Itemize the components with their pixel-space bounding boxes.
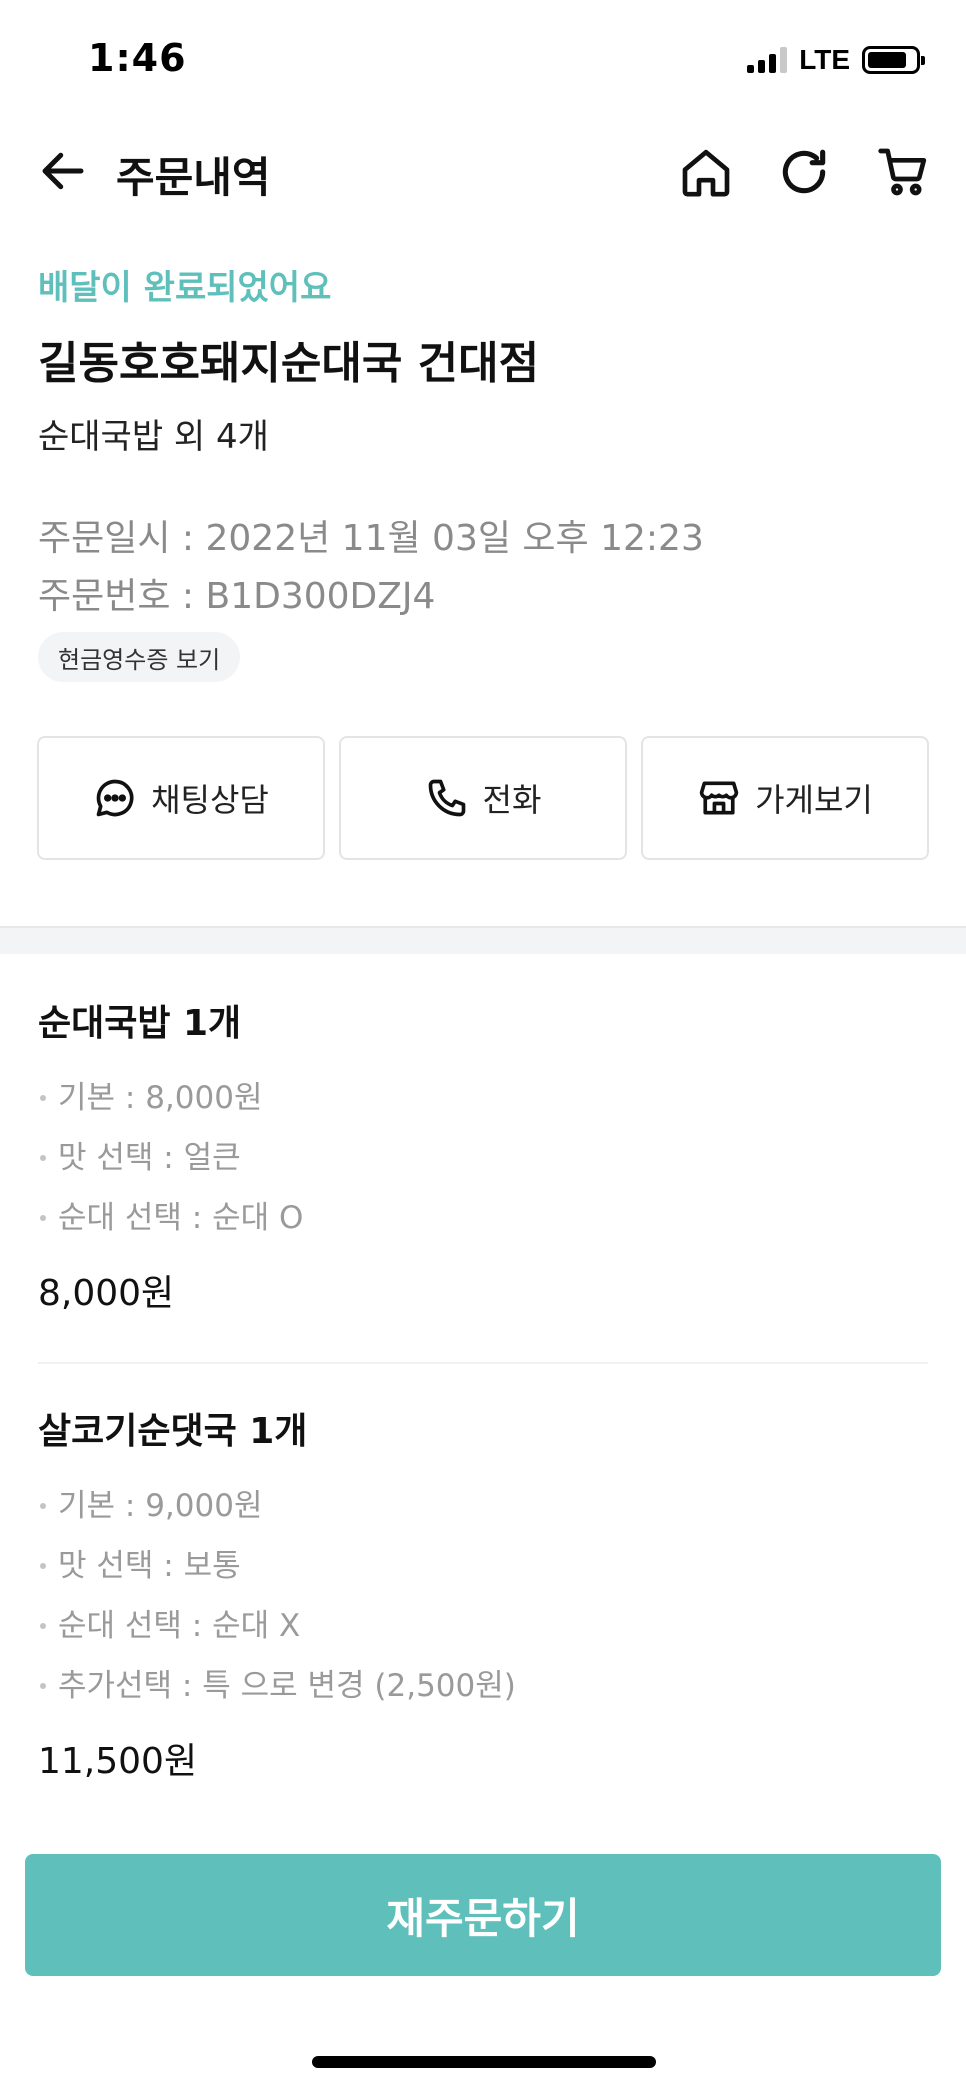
status-bar: 1:46 LTE: [0, 0, 966, 120]
status-time: 1:46: [88, 36, 187, 80]
page-title: 주문내역: [116, 153, 271, 202]
store-name: 길동호호돼지순대국 건대점: [38, 338, 540, 389]
action-buttons: 채팅상담 전화 가게보기: [37, 736, 929, 860]
cart-icon[interactable]: [876, 144, 932, 200]
chat-button-label: 채팅상담: [151, 781, 269, 819]
menu-option: 순대 선택 : 순대 X: [38, 1596, 928, 1656]
menu-item: 살코기순댓국 1개 기본 : 9,000원 맛 선택 : 보통 순대 선택 : …: [38, 1402, 928, 1784]
section-divider: [0, 926, 966, 954]
header: 주문내역: [0, 124, 966, 220]
item-divider: [38, 1362, 928, 1364]
home-icon[interactable]: [678, 144, 734, 200]
delivery-status: 배달이 완료되었어요: [38, 268, 332, 308]
back-arrow-icon[interactable]: [36, 144, 90, 198]
order-number: 주문번호 : B1D300DZJ4: [38, 576, 436, 617]
menu-option: 기본 : 8,000원: [38, 1068, 928, 1128]
battery-icon: [862, 46, 925, 74]
chat-button[interactable]: 채팅상담: [37, 736, 325, 860]
menu-item: 순대국밥 1개 기본 : 8,000원 맛 선택 : 얼큰 순대 선택 : 순대…: [38, 994, 928, 1316]
call-button[interactable]: 전화: [339, 736, 627, 860]
signal-icon: [747, 47, 788, 73]
menu-option: 맛 선택 : 보통: [38, 1536, 928, 1596]
order-items-summary: 순대국밥 외 4개: [38, 417, 269, 457]
order-meta: 주문일시 : 2022년 11월 03일 오후 12:23 주문번호 : B1D…: [38, 510, 704, 626]
cash-receipt-button[interactable]: 현금영수증 보기: [38, 632, 241, 682]
home-indicator: [312, 2056, 656, 2068]
network-label: LTE: [799, 44, 850, 75]
menu-item-name: 순대국밥 1개: [38, 1003, 242, 1044]
view-store-button-label: 가게보기: [755, 781, 873, 819]
menu-option: 추가선택 : 특 으로 변경 (2,500원): [38, 1656, 928, 1716]
menu-item-price: 8,000원: [38, 1273, 175, 1314]
order-datetime: 주문일시 : 2022년 11월 03일 오후 12:23: [38, 518, 704, 559]
store-icon: [699, 781, 739, 815]
menu-option: 기본 : 9,000원: [38, 1476, 928, 1536]
order-summary: 배달이 완료되었어요 길동호호돼지순대국 건대점 순대국밥 외 4개: [38, 260, 928, 458]
phone-icon: [428, 779, 465, 817]
menu-item-price: 11,500원: [38, 1741, 198, 1782]
chat-bubble-icon: [96, 779, 134, 817]
menu-option: 순대 선택 : 순대 O: [38, 1188, 928, 1248]
refresh-icon[interactable]: [776, 144, 832, 200]
call-button-label: 전화: [482, 781, 542, 819]
reorder-button[interactable]: 재주문하기: [25, 1854, 941, 1976]
status-indicators: LTE: [747, 44, 925, 76]
view-store-button[interactable]: 가게보기: [641, 736, 929, 860]
menu-option: 맛 선택 : 얼큰: [38, 1128, 928, 1188]
menu-item-name: 살코기순댓국 1개: [38, 1411, 308, 1452]
